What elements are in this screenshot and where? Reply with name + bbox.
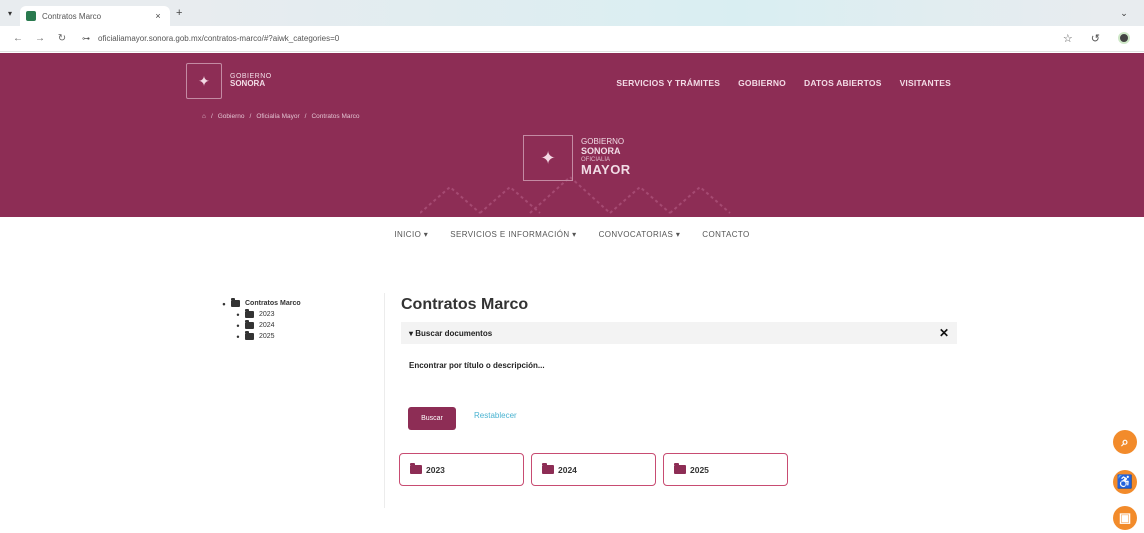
site-navigation: INICIO ▾ SERVICIOS E INFORMACIÓN ▾ CONVO… <box>0 230 1144 239</box>
tree-item-label: 2023 <box>259 311 275 318</box>
folder-tree: • Contratos Marco • 2023 • 2024 • 2025 <box>217 298 301 342</box>
tree-item-2024[interactable]: • 2024 <box>231 320 301 331</box>
sitenav-servicios-informacion[interactable]: SERVICIOS E INFORMACIÓN ▾ <box>450 230 576 239</box>
search-icon[interactable]: ⌕ <box>1113 430 1137 454</box>
state-emblem-icon: ✦ <box>186 63 222 99</box>
search-toggle[interactable]: ▾ Buscar documentos <box>409 329 939 338</box>
folder-cards: 2023 2024 2025 <box>399 453 788 486</box>
new-tab-button[interactable]: + <box>176 7 190 19</box>
address-bar: ← → ↻ ⊶ oficialiamayor.sonora.gob.mx/con… <box>0 26 1144 52</box>
chat-icon[interactable]: ▣ <box>1113 506 1137 530</box>
folder-card-label: 2025 <box>690 464 709 475</box>
folder-icon <box>231 298 240 307</box>
tabbar-space <box>190 0 1104 26</box>
bookmark-star-icon[interactable]: ☆ <box>1063 32 1073 45</box>
search-panel-header[interactable]: ▾ Buscar documentos ✕ <box>401 322 957 344</box>
folder-icon <box>410 463 422 474</box>
tab-close-icon[interactable]: × <box>152 11 164 21</box>
home-icon[interactable]: ⌂ <box>202 113 206 120</box>
favicon-icon <box>26 11 36 21</box>
folder-card-label: 2024 <box>558 464 577 475</box>
sitenav-convocatorias[interactable]: CONVOCATORIAS ▾ <box>599 230 681 239</box>
close-icon[interactable]: ✕ <box>939 326 949 340</box>
state-emblem-icon: ✦ <box>523 135 573 181</box>
nav-servicios-tramites[interactable]: SERVICIOS Y TRÁMITES <box>616 78 720 88</box>
breadcrumb-separator: / <box>304 113 307 120</box>
bullet: • <box>236 331 240 342</box>
breadcrumb-current: Contratos Marco <box>311 113 360 120</box>
folder-card-2024[interactable]: 2024 <box>531 453 656 486</box>
bullet: • <box>236 309 240 320</box>
tab-list-chevron-icon[interactable]: ▾ <box>0 9 20 18</box>
url-field[interactable]: ⊶ oficialiamayor.sonora.gob.mx/contratos… <box>76 34 1063 43</box>
folder-icon <box>245 320 254 329</box>
folder-icon <box>542 463 554 474</box>
forward-arrow-icon[interactable]: → <box>32 33 48 44</box>
browser-tab[interactable]: Contratos Marco × <box>20 6 170 26</box>
bullet: • <box>236 320 240 331</box>
nav-datos-abiertos[interactable]: DATOS ABIERTOS <box>804 78 882 88</box>
site-header: ✦ GOBIERNO SONORA SERVICIOS Y TRÁMITES G… <box>0 53 1144 217</box>
reload-icon[interactable]: ↻ <box>54 33 70 44</box>
nav-gobierno[interactable]: GOBIERNO <box>738 78 786 88</box>
bullet: • <box>222 298 226 309</box>
back-arrow-icon[interactable]: ← <box>10 33 26 44</box>
folder-icon <box>245 309 254 318</box>
breadcrumb-separator: / <box>210 113 213 120</box>
tree-item-2025[interactable]: • 2025 <box>231 331 301 342</box>
top-navigation: SERVICIOS Y TRÁMITES GOBIERNO DATOS ABIE… <box>616 78 951 88</box>
search-toggle-label: Buscar documentos <box>415 328 493 338</box>
browser-menu-chevron-icon[interactable]: ⌄ <box>1104 8 1144 19</box>
breadcrumb-gobierno[interactable]: Gobierno <box>218 113 245 120</box>
folder-icon <box>245 331 254 340</box>
tree-item-label: 2025 <box>259 333 275 340</box>
folder-card-label: 2023 <box>426 464 445 475</box>
url-text: oficialiamayor.sonora.gob.mx/contratos-m… <box>98 34 340 43</box>
tree-item-label: 2024 <box>259 322 275 329</box>
breadcrumb-separator: / <box>249 113 252 120</box>
tab-title: Contratos Marco <box>42 11 102 21</box>
site-settings-icon[interactable]: ⊶ <box>82 34 90 43</box>
tree-item-2023[interactable]: • 2023 <box>231 309 301 320</box>
accessibility-icon[interactable]: ♿ <box>1113 470 1137 494</box>
sitenav-inicio[interactable]: INICIO ▾ <box>394 230 428 239</box>
extensions-icon[interactable]: ↺ <box>1091 32 1100 45</box>
restablecer-link[interactable]: Restablecer <box>474 411 517 420</box>
breadcrumb-oficialia-mayor[interactable]: Oficialía Mayor <box>256 113 299 120</box>
nav-visitantes[interactable]: VISITANTES <box>900 78 951 88</box>
sitenav-contacto[interactable]: CONTACTO <box>702 230 749 239</box>
oficialia-mayor-logo: ✦ GOBIERNO SONORA OFICIALÍA MAYOR <box>523 135 631 181</box>
gobierno-sonora-logo[interactable]: ✦ GOBIERNO SONORA <box>186 63 272 99</box>
tree-root-item[interactable]: • Contratos Marco <box>217 298 301 309</box>
center-logo-line3: OFICIALÍA <box>581 156 611 163</box>
browser-tabbar: ▾ Contratos Marco × + ⌄ <box>0 0 1144 26</box>
breadcrumb: ⌂ / Gobierno / Oficialía Mayor / Contrat… <box>202 113 360 120</box>
center-logo-line4: MAYOR <box>581 162 631 178</box>
search-field-label: Encontrar por título o descripción... <box>409 361 545 370</box>
logo-line2: SONORA <box>230 79 266 89</box>
page-title: Contratos Marco <box>401 296 529 313</box>
folder-icon <box>674 463 686 474</box>
folder-card-2025[interactable]: 2025 <box>663 453 788 486</box>
profile-avatar[interactable] <box>1118 32 1130 44</box>
sidebar-divider <box>384 293 385 508</box>
buscar-button[interactable]: Buscar <box>408 407 456 430</box>
folder-card-2023[interactable]: 2023 <box>399 453 524 486</box>
center-logo-line2: SONORA <box>581 146 621 156</box>
tree-root-label: Contratos Marco <box>245 300 301 307</box>
